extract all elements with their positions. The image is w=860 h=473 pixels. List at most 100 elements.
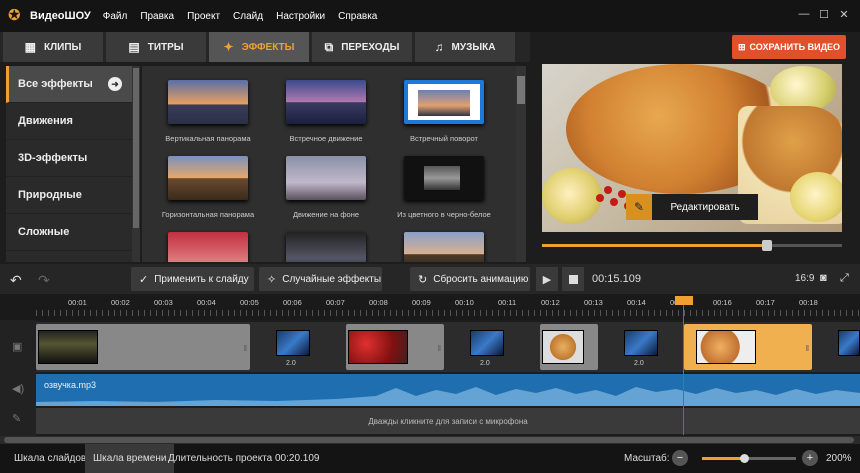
zoom-slider[interactable] [702, 454, 796, 463]
effect-item[interactable]: Встречное движение [266, 80, 386, 143]
category-3d[interactable]: 3D-эффекты [6, 140, 132, 177]
speaker-icon[interactable]: ◀) [12, 382, 24, 395]
maximize-icon[interactable]: ☐ [814, 8, 834, 21]
ruler-tick: 00:11 [498, 298, 517, 307]
snapshot-icon[interactable]: ◙ [820, 272, 827, 284]
slide-clip[interactable]: ‖ [346, 324, 444, 370]
seek-knob[interactable] [762, 240, 772, 251]
effect-item[interactable]: Из цветного в черно-белое [384, 156, 504, 219]
effect-item[interactable] [148, 232, 268, 262]
tab-transitions[interactable]: ⧉ ПЕРЕХОДЫ [312, 32, 412, 62]
tab-clips[interactable]: ▦ КЛИПЫ [3, 32, 103, 62]
menu-help[interactable]: Справка [338, 11, 377, 22]
preview-seek-slider[interactable] [542, 240, 842, 251]
category-label: 3D-эффекты [18, 152, 88, 164]
apply-to-slide-button[interactable]: ✓ Применить к слайду [131, 267, 254, 291]
playhead-line [683, 297, 684, 435]
close-icon[interactable]: ✕ [834, 8, 854, 21]
categories-scrollbar[interactable] [132, 66, 140, 262]
transition-duration: 2.0 [634, 360, 644, 367]
slide-grip-icon[interactable]: ‖ [244, 344, 247, 353]
slide-clip[interactable] [540, 324, 598, 370]
effect-item[interactable]: Вертикальная панорама [148, 80, 268, 143]
fullscreen-icon[interactable]: ⤢ [840, 272, 849, 285]
arrow-right-icon: ➜ [108, 77, 122, 91]
apple-picture [790, 172, 842, 222]
edit-slide-button[interactable]: ✎ Редактировать [626, 194, 758, 220]
menu-settings[interactable]: Настройки [276, 11, 325, 22]
app-logo-icon: ✪ [8, 7, 21, 24]
ruler-tick: 00:13 [584, 298, 603, 307]
film-icon: ▦ [24, 40, 37, 54]
menu-slide[interactable]: Слайд [233, 11, 263, 22]
menu-file[interactable]: Файл [103, 11, 128, 22]
refresh-icon: ↻ [418, 273, 428, 286]
menu-project[interactable]: Проект [187, 11, 220, 22]
effects-grid: Вертикальная панорама Встречное движение… [142, 66, 516, 262]
microphone-icon[interactable]: ✎ [12, 412, 21, 425]
effect-label: Вертикальная панорама [165, 134, 251, 143]
undo-icon[interactable]: ↶ [10, 272, 22, 289]
effect-label: Встречное движение [289, 134, 363, 143]
category-all[interactable]: Все эффекты ➜ [6, 66, 132, 103]
stop-button[interactable] [562, 267, 584, 291]
scale-label: Масштаб: [624, 453, 670, 464]
category-label: Все эффекты [18, 78, 93, 90]
random-effects-button[interactable]: ✧ Случайные эффекты [259, 267, 382, 291]
category-motion[interactable]: Движения [6, 103, 132, 140]
effect-label: Из цветного в черно-белое [397, 210, 491, 219]
slides-scale-tab[interactable]: Шкала слайдов [6, 444, 94, 473]
category-complex[interactable]: Сложные [6, 214, 132, 251]
slide-clip[interactable]: ‖ [36, 324, 250, 370]
check-icon: ✓ [139, 273, 149, 286]
microphone-track[interactable]: Дважды кликните для записи с микрофона [36, 408, 860, 434]
redo-icon[interactable]: ↷ [38, 272, 50, 289]
apple-picture [542, 168, 602, 224]
effect-item[interactable] [384, 232, 504, 262]
play-button[interactable]: ▶ [536, 267, 558, 291]
app-title: ВидеоШОУ [30, 10, 91, 22]
minimize-icon[interactable]: — [794, 8, 814, 21]
effects-scrollbar[interactable] [516, 66, 526, 262]
transition-thumbnail[interactable] [276, 330, 310, 356]
ruler-tick: 00:08 [369, 298, 388, 307]
playhead-handle[interactable] [675, 296, 693, 305]
transition-thumbnail[interactable] [838, 330, 860, 356]
effect-label: Встречный поворот [410, 134, 478, 143]
effect-item[interactable]: Встречный поворот [384, 80, 504, 143]
ruler-tick: 00:05 [240, 298, 259, 307]
effect-item[interactable] [266, 232, 386, 262]
transition-thumbnail[interactable] [470, 330, 504, 356]
category-nature[interactable]: Природные [6, 177, 132, 214]
audio-track[interactable]: озвучка.mp3 [36, 374, 860, 406]
zoom-out-button[interactable]: − [672, 450, 688, 466]
timeline-scale-tab[interactable]: Шкала времени [85, 444, 175, 473]
plus-icon: + [806, 452, 814, 464]
tab-titles[interactable]: ▤ ТИТРЫ [106, 32, 206, 62]
zoom-in-button[interactable]: + [802, 450, 818, 466]
reset-animation-button[interactable]: ↻ Сбросить анимацию [410, 267, 530, 291]
time-ruler[interactable]: 00:01 00:02 00:03 00:04 00:05 00:06 00:0… [0, 294, 860, 320]
effect-thumbnail [404, 156, 484, 200]
save-video-button[interactable]: ⊞ СОХРАНИТЬ ВИДЕО [732, 35, 846, 59]
transition-thumbnail[interactable] [624, 330, 658, 356]
transition-duration: 2.0 [286, 360, 296, 367]
ruler-tick: 00:12 [541, 298, 560, 307]
tab-effects[interactable]: ✦ ЭФФЕКТЫ [209, 32, 309, 62]
effect-item[interactable]: Движение на фоне [266, 156, 386, 219]
zoom-knob[interactable] [740, 454, 749, 463]
effect-label: Горизонтальная панорама [161, 210, 255, 219]
ruler-tick: 00:16 [713, 298, 732, 307]
tab-music[interactable]: ♫ МУЗЫКА [415, 32, 515, 62]
tab-label: ПЕРЕХОДЫ [341, 41, 400, 53]
timeline-scrollbar[interactable] [0, 436, 860, 444]
slide-grip-icon[interactable]: ‖ [438, 344, 441, 353]
audio-file-name: озвучка.mp3 [44, 380, 96, 390]
slide-grip-icon[interactable]: ‖ [806, 344, 809, 353]
slide-thumbnail [38, 330, 98, 364]
aspect-ratio[interactable]: 16:9 [795, 273, 814, 284]
slide-clip-selected[interactable]: ‖ [684, 324, 812, 370]
menu-edit[interactable]: Правка [140, 11, 174, 22]
effect-item[interactable]: Горизонтальная панорама [148, 156, 268, 219]
edit-label: Редактировать [670, 201, 740, 213]
